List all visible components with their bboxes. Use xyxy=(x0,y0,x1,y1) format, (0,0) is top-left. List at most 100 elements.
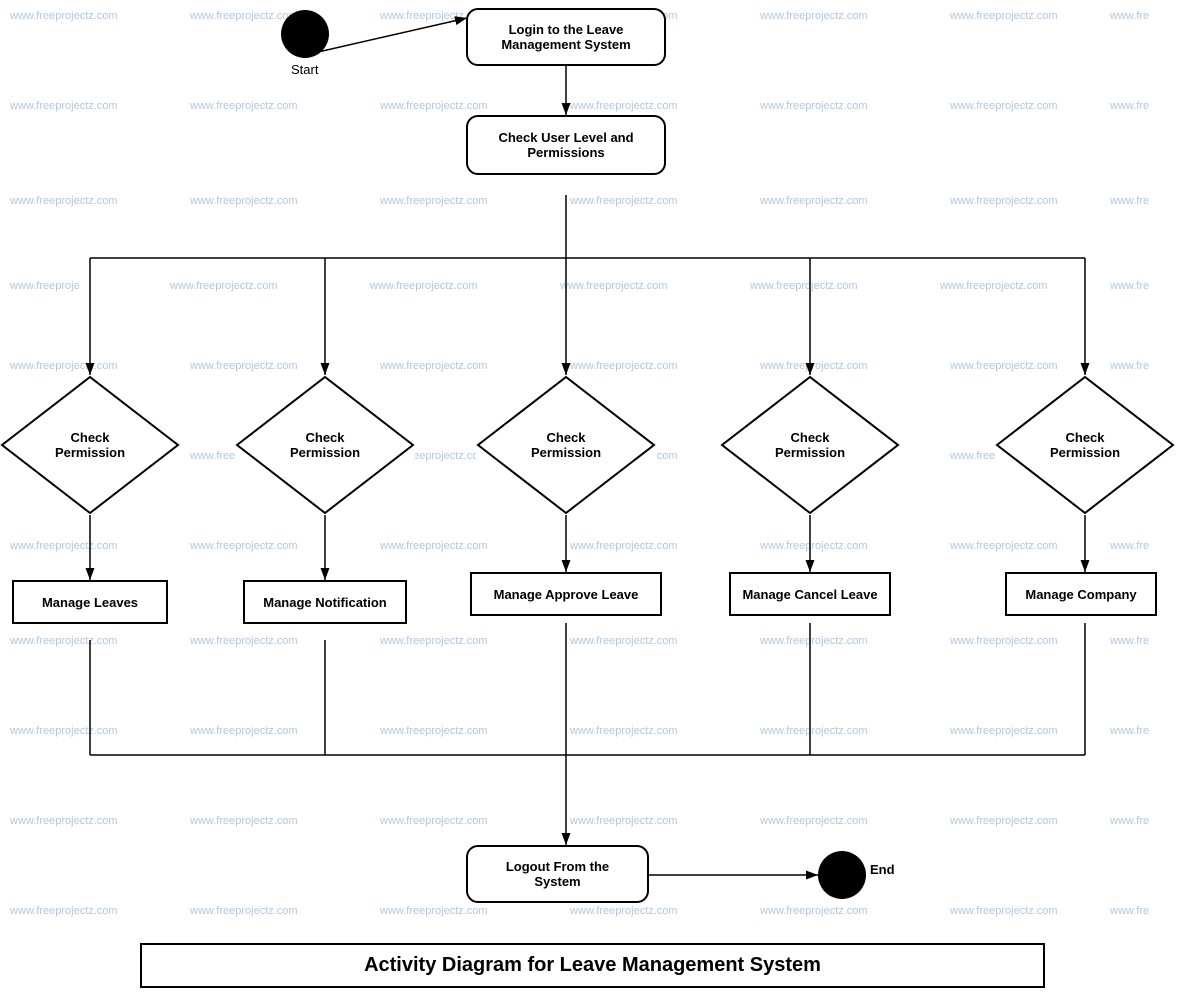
watermark: www.freeprojectz.com xyxy=(380,635,488,647)
watermark: www.freeprojectz.com xyxy=(10,635,118,647)
check-permission-1: Check Permission xyxy=(0,375,180,515)
watermark: www.freeprojectz.com xyxy=(570,905,678,917)
watermark: www.freeprojectz.com xyxy=(760,725,868,737)
check-permission-2-label: Check Permission xyxy=(290,430,360,460)
diagram-title: Activity Diagram for Leave Management Sy… xyxy=(364,954,821,977)
manage-approve-box: Manage Approve Leave xyxy=(470,572,662,616)
watermark: www.freeprojectz.com xyxy=(380,540,488,552)
watermark: www.fre xyxy=(1110,725,1149,737)
manage-approve-label: Manage Approve Leave xyxy=(494,587,639,602)
check-permission-3: Check Permission xyxy=(476,375,656,515)
watermark: www.freeprojectz.com xyxy=(380,360,488,372)
watermark: www.freeprojectz.com xyxy=(570,635,678,647)
watermark: www.freeprojectz.com xyxy=(570,195,678,207)
logout-label: Logout From the System xyxy=(506,859,609,889)
end-circle xyxy=(818,851,866,899)
login-box: Login to the Leave Management System xyxy=(466,8,666,66)
watermark: www.freeprojectz.com xyxy=(10,100,118,112)
watermark: www.freeprojectz.com xyxy=(10,905,118,917)
watermark: www.freeprojectz.com xyxy=(190,360,298,372)
watermark: www.freeprojectz.com xyxy=(760,905,868,917)
watermark: www.freeprojectz.com xyxy=(190,905,298,917)
watermark: www.freeprojectz.com xyxy=(190,10,298,22)
watermark: www.freeprojectz.com xyxy=(760,195,868,207)
watermark: www.freeprojectz.com xyxy=(570,725,678,737)
watermark: www.freeprojectz.com xyxy=(760,540,868,552)
watermark: www.freeprojectz.com xyxy=(380,195,488,207)
watermark: www.freeprojectz.com xyxy=(370,280,478,292)
watermark: www.freeprojectz.com xyxy=(560,280,668,292)
check-permission-1-label: Check Permission xyxy=(55,430,125,460)
watermark: www.freeprojectz.com xyxy=(950,635,1058,647)
watermark: www.freeprojectz.com xyxy=(380,905,488,917)
manage-leaves-label: Manage Leaves xyxy=(42,595,138,610)
watermark: www.freeprojectz.com xyxy=(760,10,868,22)
check-permission-4: Check Permission xyxy=(720,375,900,515)
watermark: www.freeprojectz.com xyxy=(760,815,868,827)
end-label: End xyxy=(870,862,895,877)
watermark: www.freeprojectz.com xyxy=(950,360,1058,372)
manage-company-box: Manage Company xyxy=(1005,572,1157,616)
watermark: www.freeprojectz.com xyxy=(170,280,278,292)
manage-company-label: Manage Company xyxy=(1025,587,1136,602)
check-permission-2: Check Permission xyxy=(235,375,415,515)
watermark: www.freeprojectz.com xyxy=(750,280,858,292)
manage-leaves-box: Manage Leaves xyxy=(12,580,168,624)
watermark: www.freeprojectz.com xyxy=(950,905,1058,917)
watermark: www.fre xyxy=(1110,195,1149,207)
watermark: www.freeprojectz.com xyxy=(950,815,1058,827)
watermark: www.fre xyxy=(1110,635,1149,647)
watermark: www.fre xyxy=(1110,905,1149,917)
watermark: www.freeprojectz.com xyxy=(570,360,678,372)
check-user-label: Check User Level and Permissions xyxy=(498,130,633,160)
watermark: www.freeprojectz.com xyxy=(10,195,118,207)
watermark: www.freeprojectz.com xyxy=(380,815,488,827)
start-label: Start xyxy=(291,62,318,77)
watermark: www.fre xyxy=(1110,815,1149,827)
watermark: www.fre xyxy=(1110,100,1149,112)
watermark: www.freeprojectz.com xyxy=(380,100,488,112)
watermark: www.freeprojectz.com xyxy=(940,280,1048,292)
login-label: Login to the Leave Management System xyxy=(501,22,630,52)
watermark: www.freeprojectz.com xyxy=(570,815,678,827)
check-user-level-box: Check User Level and Permissions xyxy=(466,115,666,175)
check-permission-3-label: Check Permission xyxy=(531,430,601,460)
watermark: www.freeprojectz.com xyxy=(10,360,118,372)
check-permission-5: Check Permission xyxy=(995,375,1175,515)
watermark: www.fre xyxy=(1110,280,1149,292)
watermark: www.freeprojectz.com xyxy=(10,540,118,552)
watermark: www.freeprojectz.com xyxy=(950,10,1058,22)
watermark: www.freeprojectz.com xyxy=(190,635,298,647)
watermark: www.freeprojectz.com xyxy=(760,635,868,647)
watermark: www.freeprojectz.com xyxy=(760,100,868,112)
watermark: www.freeprojectz.com xyxy=(10,815,118,827)
watermark: www.freeprojectz.com xyxy=(10,10,118,22)
watermark: www.freeprojectz.com xyxy=(570,540,678,552)
watermark: www.freeproje xyxy=(10,280,80,292)
watermark: www.fre xyxy=(1110,10,1149,22)
start-circle xyxy=(281,10,329,58)
check-permission-5-label: Check Permission xyxy=(1050,430,1120,460)
title-box: Activity Diagram for Leave Management Sy… xyxy=(140,943,1045,988)
watermark: www.freeprojectz.com xyxy=(570,100,678,112)
manage-cancel-box: Manage Cancel Leave xyxy=(729,572,891,616)
watermark: www.freeprojectz.com xyxy=(190,815,298,827)
manage-cancel-label: Manage Cancel Leave xyxy=(742,587,877,602)
watermark: www.fre xyxy=(1110,540,1149,552)
watermark: www.freeprojectz.com xyxy=(190,725,298,737)
watermark: www.freeprojectz.com xyxy=(950,540,1058,552)
watermark: www.freeprojectz.com xyxy=(950,725,1058,737)
watermark: www.freeprojectz.com xyxy=(10,725,118,737)
logout-box: Logout From the System xyxy=(466,845,649,903)
watermark: www.freeprojectz.com xyxy=(190,100,298,112)
watermark: www.freeprojectz.com xyxy=(380,725,488,737)
watermark: www.freeprojectz.com xyxy=(190,540,298,552)
watermark: www.freeprojectz.com xyxy=(950,100,1058,112)
watermark: www.freeprojectz.com xyxy=(190,195,298,207)
watermark: www.freeprojectz.com xyxy=(760,360,868,372)
manage-notification-label: Manage Notification xyxy=(263,595,387,610)
manage-notification-box: Manage Notification xyxy=(243,580,407,624)
watermark: www.freeprojectz.com xyxy=(950,195,1058,207)
watermark: www.fre xyxy=(1110,360,1149,372)
check-permission-4-label: Check Permission xyxy=(775,430,845,460)
